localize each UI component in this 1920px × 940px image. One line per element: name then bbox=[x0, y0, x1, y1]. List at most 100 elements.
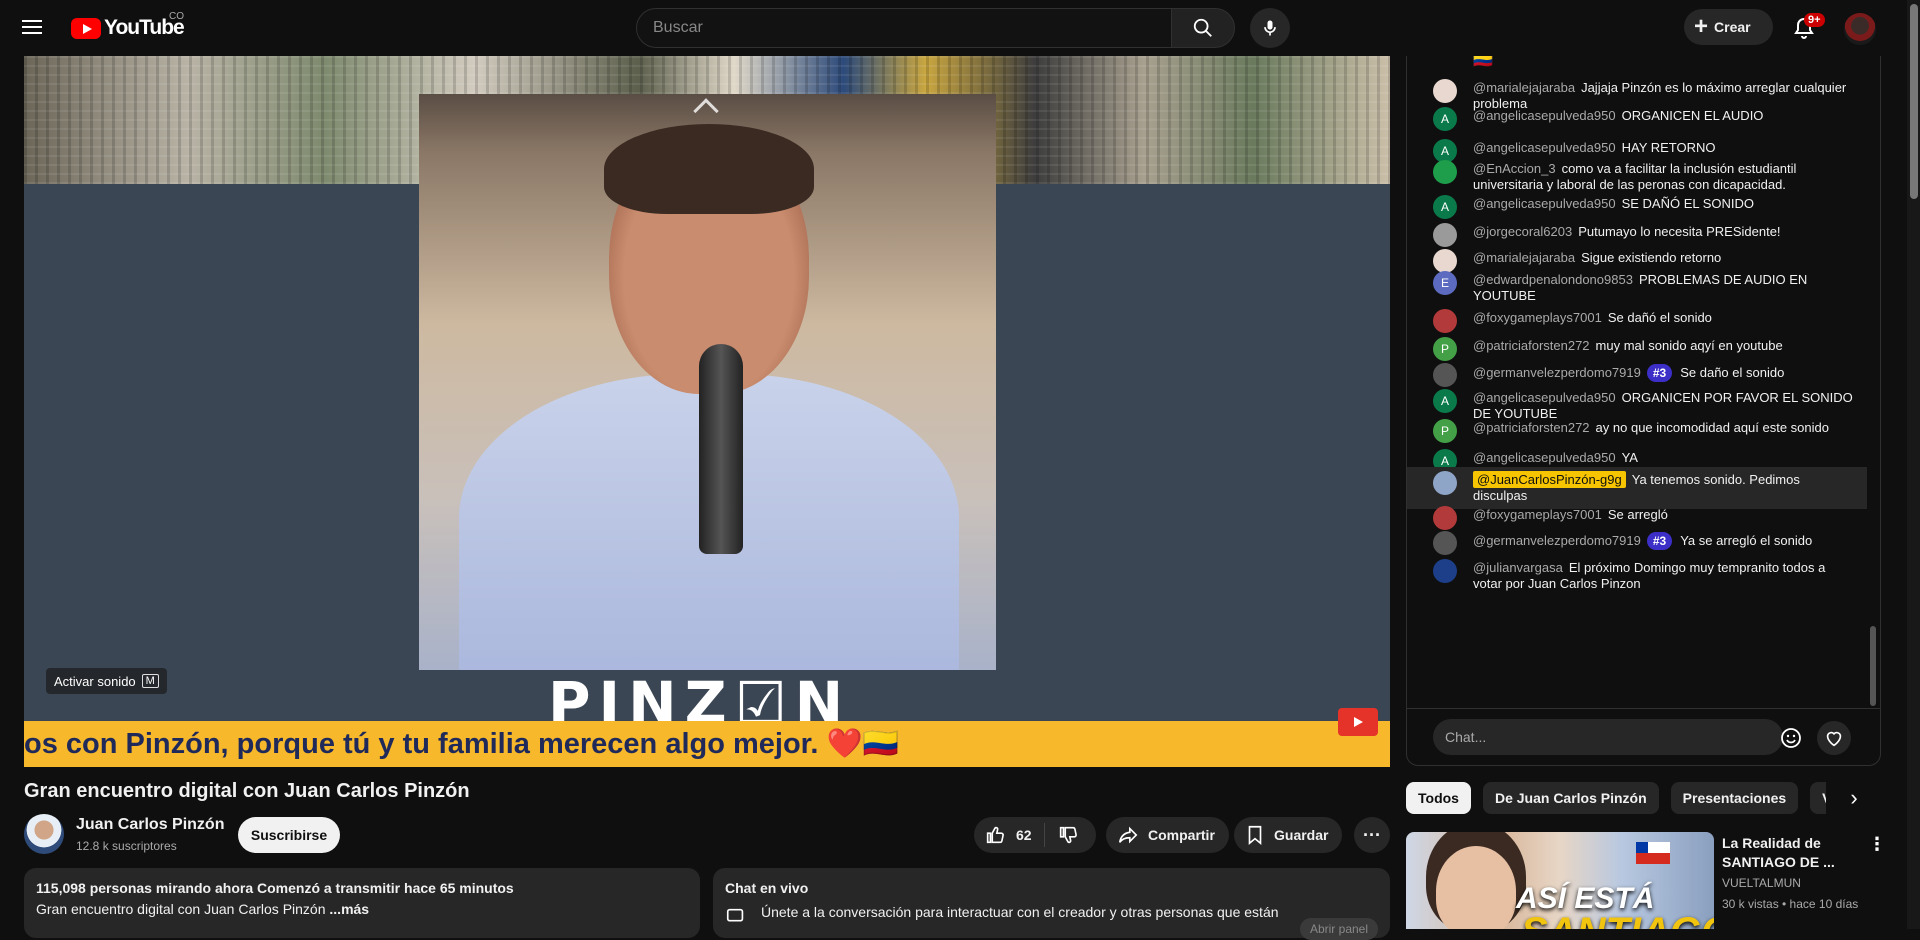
chat-author-avatar[interactable] bbox=[1433, 531, 1457, 555]
chat-author-avatar[interactable] bbox=[1433, 160, 1457, 184]
chat-author-avatar[interactable] bbox=[1433, 79, 1457, 103]
chat-author-avatar[interactable]: A bbox=[1433, 107, 1457, 131]
description-more-link[interactable]: ...más bbox=[329, 901, 369, 917]
filter-chip[interactable]: Todos bbox=[1406, 782, 1471, 814]
more-vertical-icon[interactable]: ⋮ bbox=[1868, 834, 1886, 855]
chat-message[interactable]: A @angelicasepulveda950 YA bbox=[1407, 449, 1867, 473]
menu-icon[interactable] bbox=[20, 16, 44, 40]
subscribe-watermark-icon[interactable] bbox=[1338, 708, 1378, 736]
filter-chip[interactable]: De Juan Carlos Pinzón bbox=[1482, 782, 1659, 814]
chat-message[interactable]: E @edwardpenalondono9853 PROBLEMAS DE AUDI… bbox=[1407, 271, 1867, 304]
chat-author-avatar[interactable] bbox=[1433, 559, 1457, 583]
recommended-title[interactable]: La Realidad de SANTIAGO DE ... bbox=[1722, 834, 1862, 872]
chat-author[interactable]: @angelicasepulveda950 bbox=[1473, 390, 1616, 405]
chat-author[interactable]: @julianvargasa bbox=[1473, 560, 1563, 575]
chat-input[interactable] bbox=[1445, 729, 1783, 745]
chat-message[interactable]: @foxygameplays7001 Se arregló bbox=[1407, 506, 1867, 530]
chat-author[interactable]: @jorgecoral6203 bbox=[1473, 224, 1572, 239]
share-button[interactable]: Compartir bbox=[1106, 817, 1229, 853]
rank-badge: #3 bbox=[1646, 364, 1673, 382]
chat-author-avatar[interactable]: P bbox=[1433, 419, 1457, 443]
unmute-button[interactable]: Activar sonido M bbox=[46, 668, 167, 694]
save-button[interactable]: Guardar bbox=[1234, 817, 1343, 853]
filter-chip[interactable]: Presentaciones bbox=[1670, 782, 1799, 814]
account-avatar[interactable] bbox=[1844, 13, 1876, 45]
chat-message[interactable]: @julianvargasa El próximo Domingo muy tem… bbox=[1407, 559, 1867, 592]
chat-input-box bbox=[1433, 719, 1783, 755]
chat-author-avatar[interactable] bbox=[1433, 223, 1457, 247]
chat-author[interactable]: @marialejajaraba bbox=[1473, 250, 1575, 265]
chat-author-avatar[interactable] bbox=[1433, 363, 1457, 387]
chat-author-avatar[interactable]: A bbox=[1433, 389, 1457, 413]
youtube-logo[interactable]: YouTube bbox=[71, 16, 185, 40]
description-stats: 115,098 personas mirando ahora Comenzó a… bbox=[36, 880, 514, 896]
chat-message[interactable]: @JuanCarlosPinzón-g9g Ya tenemos sonido. … bbox=[1407, 467, 1867, 509]
chat-author[interactable]: @germanvelezperdomo7919 bbox=[1473, 533, 1641, 548]
chat-scrollbar[interactable] bbox=[1870, 626, 1876, 706]
chat-author[interactable]: @angelicasepulveda950 bbox=[1473, 140, 1616, 155]
like-dislike-group: 62 bbox=[974, 817, 1096, 853]
chat-author[interactable]: @angelicasepulveda950 bbox=[1473, 450, 1616, 465]
save-label: Guardar bbox=[1274, 827, 1329, 843]
channel-name[interactable]: Juan Carlos Pinzón bbox=[76, 816, 224, 834]
chat-message-text: YA bbox=[1621, 450, 1638, 465]
create-button[interactable]: + Crear bbox=[1684, 9, 1773, 45]
microphone-icon bbox=[1264, 20, 1276, 36]
chevron-right-icon[interactable]: › bbox=[1842, 786, 1866, 810]
dislike-button[interactable] bbox=[1045, 824, 1079, 846]
chat-author-avatar[interactable] bbox=[1433, 309, 1457, 333]
chat-author-avatar[interactable] bbox=[1433, 506, 1457, 530]
chat-author-avatar[interactable]: A bbox=[1433, 195, 1457, 219]
chat-author[interactable]: @germanvelezperdomo7919 bbox=[1473, 365, 1641, 380]
reaction-button[interactable] bbox=[1817, 721, 1851, 755]
chat-author[interactable]: @EnAccion_3 bbox=[1473, 161, 1556, 176]
chat-message[interactable]: A @angelicasepulveda950 HAY RETORNO bbox=[1407, 139, 1867, 163]
chat-message[interactable]: @marialejajaraba Sigue existiendo retorno bbox=[1407, 249, 1867, 273]
more-actions-button[interactable]: ··· bbox=[1354, 817, 1390, 853]
chat-message[interactable]: @germanvelezperdomo7919 #3 Se daño el soni… bbox=[1407, 363, 1867, 387]
chat-message[interactable]: @EnAccion_3 como va a facilitar la inclus… bbox=[1407, 160, 1867, 193]
chat-author[interactable]: @patriciaforsten272 bbox=[1473, 338, 1590, 353]
chat-author[interactable]: @foxygameplays7001 bbox=[1473, 507, 1602, 522]
live-chat-panel: 🇨🇴 @marialejajaraba Jajjaja Pinzón es lo … bbox=[1406, 56, 1881, 766]
chat-message[interactable]: P @patriciaforsten272 muy mal sonido aqyí … bbox=[1407, 337, 1867, 361]
emoji-button[interactable] bbox=[1779, 726, 1803, 750]
page-scrollbar-thumb[interactable] bbox=[1910, 4, 1918, 199]
chat-author[interactable]: @patriciaforsten272 bbox=[1473, 420, 1590, 435]
chat-author[interactable]: @marialejajaraba bbox=[1473, 80, 1575, 95]
chat-author-avatar[interactable]: P bbox=[1433, 337, 1457, 361]
search-button[interactable] bbox=[1171, 8, 1235, 48]
search-box bbox=[636, 8, 1200, 48]
chat-message-list[interactable]: 🇨🇴 @marialejajaraba Jajjaja Pinzón es lo … bbox=[1407, 56, 1867, 708]
chat-message[interactable]: @jorgecoral6203 Putumayo lo necesita PRES… bbox=[1407, 223, 1867, 247]
chat-message[interactable]: @foxygameplays7001 Se dañó el sonido bbox=[1407, 309, 1867, 333]
chat-author[interactable]: @edwardpenalondono9853 bbox=[1473, 272, 1633, 287]
chat-message[interactable]: A @angelicasepulveda950 ORGANICEN POR FAVO… bbox=[1407, 389, 1867, 422]
filter-chip[interactable]: Videos bbox=[1810, 782, 1826, 814]
chat-author[interactable]: @JuanCarlosPinzón-g9g bbox=[1473, 471, 1626, 488]
chat-author-avatar[interactable]: E bbox=[1433, 271, 1457, 295]
recommended-video[interactable]: ASÍ ESTÁ SANTIAGO La Realidad de SANTIAG… bbox=[1406, 832, 1890, 929]
chat-message[interactable]: P @patriciaforsten272 ay no que incomodida… bbox=[1407, 419, 1867, 443]
recommended-thumbnail[interactable]: ASÍ ESTÁ SANTIAGO bbox=[1406, 832, 1714, 929]
chat-message[interactable]: @germanvelezperdomo7919 #3 Ya se arregló e… bbox=[1407, 531, 1867, 555]
chat-message-text: Ya se arregló el sonido bbox=[1680, 533, 1813, 548]
chat-message[interactable]: A @angelicasepulveda950 SE DAÑÓ EL SONIDO bbox=[1407, 195, 1867, 219]
open-panel-button[interactable]: Abrir panel bbox=[1299, 918, 1378, 940]
channel-avatar[interactable] bbox=[24, 814, 64, 854]
chat-author[interactable]: @angelicasepulveda950 bbox=[1473, 196, 1616, 211]
chat-author[interactable]: @angelicasepulveda950 bbox=[1473, 108, 1616, 123]
search-input[interactable] bbox=[653, 19, 1199, 37]
page-scrollbar[interactable] bbox=[1907, 0, 1920, 929]
chat-author-avatar[interactable] bbox=[1433, 471, 1457, 495]
chat-author[interactable]: @foxygameplays7001 bbox=[1473, 310, 1602, 325]
chat-message[interactable]: A @angelicasepulveda950 ORGANICEN EL AUDIO bbox=[1407, 107, 1867, 131]
voice-search-button[interactable] bbox=[1250, 8, 1290, 48]
description-summary: Gran encuentro digital con Juan Carlos P… bbox=[36, 901, 330, 917]
recommended-channel[interactable]: VUELTALMUN bbox=[1722, 876, 1801, 890]
like-button[interactable]: 62 bbox=[974, 823, 1045, 847]
chat-author-avatar[interactable] bbox=[1433, 249, 1457, 273]
video-player[interactable]: PINZ☑N os con Pinzón, porque tú y tu fam… bbox=[24, 56, 1390, 767]
description-box[interactable]: 115,098 personas mirando ahora Comenzó a… bbox=[24, 868, 700, 938]
subscribe-button[interactable]: Suscribirse bbox=[238, 817, 340, 853]
